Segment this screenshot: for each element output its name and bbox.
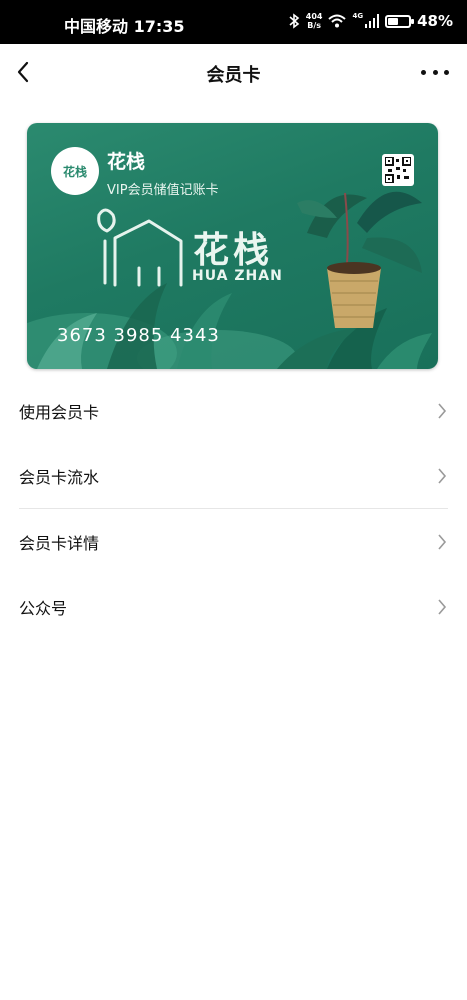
qr-code-icon[interactable] (382, 154, 414, 186)
network-speed-value: 404 (305, 12, 323, 21)
page-title: 会员卡 (206, 65, 261, 86)
chevron-right-icon (438, 468, 447, 484)
signal-icon (365, 14, 380, 28)
menu-item-label: 公众号 (19, 598, 68, 618)
menu-item-use-card[interactable]: 使用会员卡 (0, 378, 467, 443)
wifi-icon (328, 14, 347, 28)
network-speed: 404 B/s (306, 12, 323, 30)
menu-item-card-transactions[interactable]: 会员卡流水 (0, 443, 467, 508)
card-number: 3673 3985 4343 (57, 325, 220, 346)
card-type: VIP会员储值记账卡 (107, 183, 219, 198)
status-icons: 404 B/s 4G 48% (288, 12, 453, 30)
chevron-right-icon (438, 534, 447, 550)
nav-bar: 会员卡 (0, 44, 467, 102)
network-type: 4G (352, 12, 364, 20)
menu-list: 使用会员卡 会员卡流水 会员卡详情 公众号 (0, 378, 467, 639)
menu-item-label: 使用会员卡 (19, 402, 100, 422)
more-options-icon[interactable] (421, 60, 449, 84)
watermark-subtitle: HUA ZHAN (192, 268, 283, 284)
menu-item-card-details[interactable]: 会员卡详情 (0, 509, 467, 574)
menu-item-label: 会员卡详情 (19, 533, 100, 553)
bluetooth-icon (289, 13, 300, 29)
chevron-right-icon (438, 599, 447, 615)
watermark-title: 花栈 (193, 230, 274, 271)
shop-name: 花栈 (107, 151, 146, 173)
menu-item-official-account[interactable]: 公众号 (0, 574, 467, 639)
shop-logo: 花栈 (51, 147, 99, 195)
status-bar: 中国移动 17:35 404 B/s 4G 48% (0, 0, 467, 44)
battery-icon (385, 14, 415, 28)
network-speed-unit: B/s (307, 21, 321, 30)
chevron-right-icon (438, 403, 447, 419)
membership-card[interactable]: 花栈 花栈 VIP会员储值记账卡 花栈 HUA ZHAN 3673 3985 4… (27, 123, 438, 369)
carrier-time: 中国移动 17:35 (64, 17, 185, 36)
battery-percent: 48% (417, 12, 453, 30)
menu-item-label: 会员卡流水 (19, 467, 100, 487)
